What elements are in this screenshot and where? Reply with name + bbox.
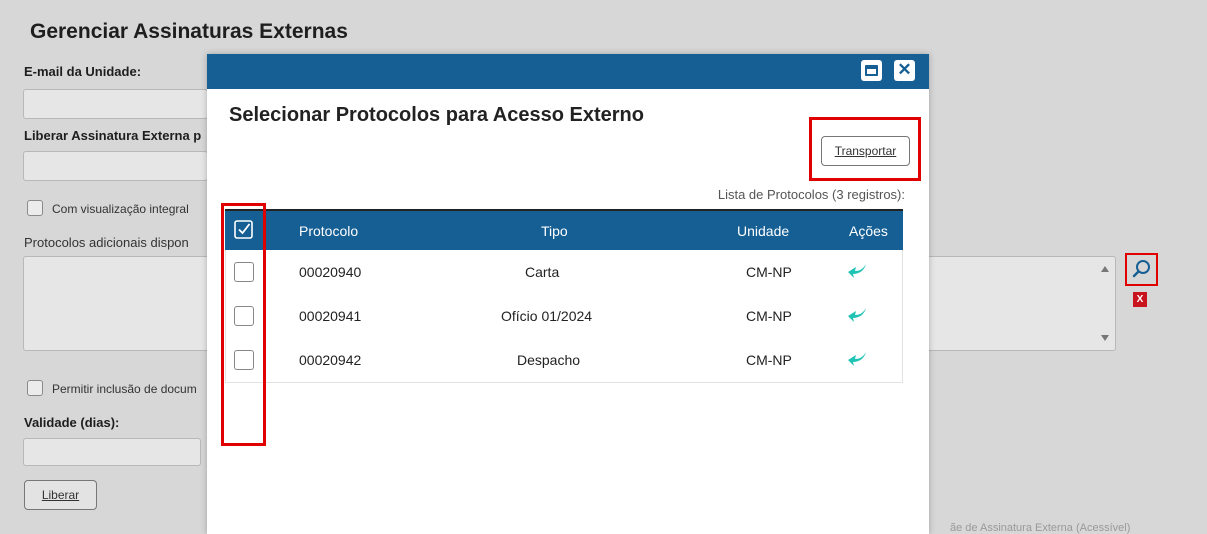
protocol-select-modal: ✕ Selecionar Protocolos para Acesso Exte…: [207, 54, 929, 534]
validade-field[interactable]: [23, 438, 201, 466]
row-tipo: Ofício 01/2024: [501, 308, 593, 324]
row-tipo: Despacho: [517, 352, 581, 368]
maximize-button[interactable]: [861, 60, 882, 81]
bottom-faint-text: ãe de Assinatura Externa (Acessível): [950, 522, 1131, 534]
magnifier-icon: [1132, 260, 1150, 278]
col-protocolo[interactable]: Protocolo: [299, 223, 358, 239]
scroll-down-icon[interactable]: [1101, 335, 1109, 341]
validade-label: Validade (dias):: [24, 415, 120, 430]
visualizacao-label: Com visualização integral: [52, 202, 189, 216]
col-acoes: Ações: [849, 223, 888, 239]
checkbox-column-highlight: [221, 203, 266, 446]
transport-arrow-icon[interactable]: [847, 306, 869, 324]
transport-button-label: Transportar: [834, 144, 897, 158]
list-caption: Lista de Protocolos (3 registros):: [717, 187, 905, 202]
search-protocol-button[interactable]: [1125, 253, 1158, 286]
row-unidade: CM-NP: [746, 308, 792, 324]
remove-protocol-button[interactable]: X: [1133, 292, 1147, 307]
modal-title-bar: ✕: [207, 54, 929, 89]
close-icon: ✕: [897, 60, 912, 79]
row-tipo: Carta: [525, 264, 560, 280]
row-unidade: CM-NP: [746, 352, 792, 368]
permitir-label: Permitir inclusão de docum: [52, 382, 197, 396]
liberar-label: Liberar Assinatura Externa p: [24, 128, 202, 143]
row-unidade: CM-NP: [746, 264, 792, 280]
table-row[interactable]: 00020942 Despacho CM-NP: [225, 338, 903, 383]
protocolos-label: Protocolos adicionais dispon: [24, 235, 189, 250]
permitir-checkbox[interactable]: [27, 380, 43, 396]
table-right-border: [902, 250, 903, 383]
liberar-select[interactable]: [23, 151, 208, 181]
table-row[interactable]: 00020941 Ofício 01/2024 CM-NP: [225, 294, 903, 339]
transport-button[interactable]: Transportar: [821, 136, 910, 166]
row-protocolo: 00020940: [299, 264, 362, 280]
close-button[interactable]: ✕: [894, 60, 915, 81]
row-protocolo: 00020942: [299, 352, 362, 368]
modal-title: Selecionar Protocolos para Acesso Extern…: [229, 104, 644, 126]
email-label: E-mail da Unidade:: [24, 64, 142, 79]
liberar-button-label: Liberar: [41, 488, 80, 502]
row-protocolo: 00020941: [299, 308, 362, 324]
transport-arrow-icon[interactable]: [847, 350, 869, 368]
table-header: Protocolo Tipo Unidade Ações: [225, 211, 903, 250]
scroll-up-icon[interactable]: [1101, 266, 1109, 272]
col-unidade[interactable]: Unidade: [737, 223, 789, 239]
page-title: Gerenciar Assinaturas Externas: [30, 20, 348, 43]
transport-arrow-icon[interactable]: [847, 262, 869, 280]
visualizacao-checkbox[interactable]: [27, 200, 43, 216]
email-field[interactable]: [23, 89, 208, 119]
liberar-button[interactable]: Liberar: [24, 480, 97, 510]
maximize-icon: [865, 65, 878, 76]
col-tipo[interactable]: Tipo: [541, 223, 568, 239]
table-row[interactable]: 00020940 Carta CM-NP: [225, 250, 903, 295]
